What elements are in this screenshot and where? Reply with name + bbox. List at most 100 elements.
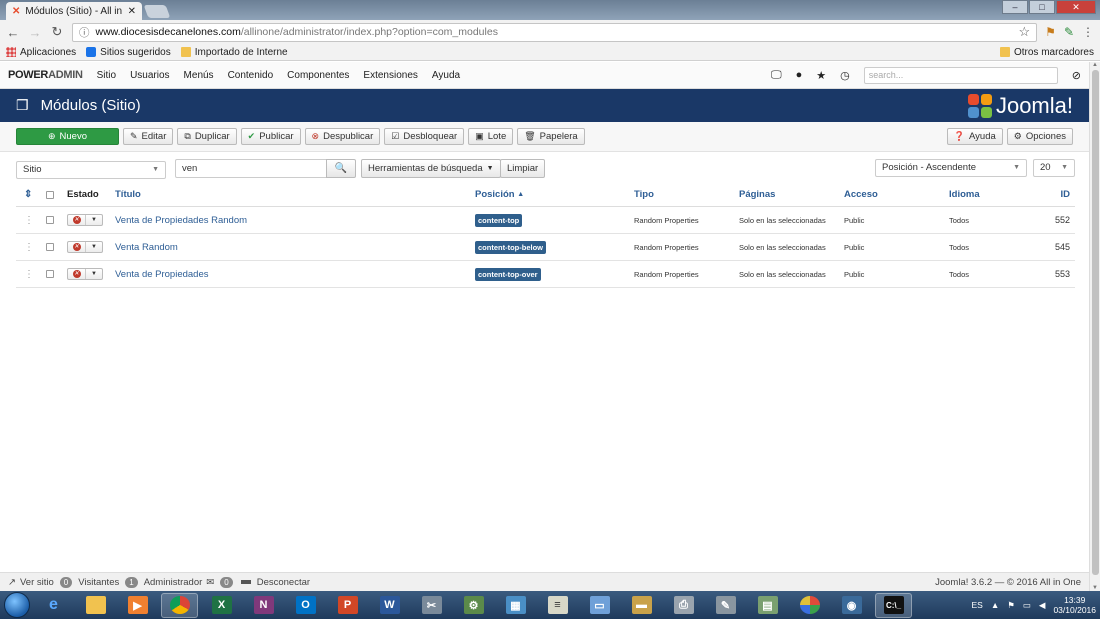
caret-down-icon[interactable]: ▼: [85, 215, 102, 225]
media-player-icon[interactable]: ▶: [119, 593, 156, 618]
drag-handle-icon[interactable]: ⋮: [24, 234, 34, 260]
scanner-icon[interactable]: ✎: [707, 593, 744, 618]
col-type[interactable]: Tipo: [634, 183, 654, 206]
tray-arrow-icon[interactable]: ▲: [991, 600, 999, 610]
menu-item-menus[interactable]: Menús: [184, 70, 214, 81]
module-title-link[interactable]: Venta de Propiedades Random: [115, 207, 247, 233]
checkin-button[interactable]: ☑ Desbloquear: [384, 128, 465, 145]
security-icon[interactable]: ◉: [833, 593, 870, 618]
col-access[interactable]: Acceso: [844, 183, 878, 206]
module-title-link[interactable]: Venta de Propiedades: [115, 261, 209, 287]
col-position[interactable]: Posición ▲: [475, 183, 524, 206]
archive-icon[interactable]: ▬: [623, 593, 660, 618]
joomla-small-icon[interactable]: ⊘: [1072, 69, 1081, 82]
module-title-link[interactable]: Venta Random: [115, 234, 178, 260]
menu-item-contenido[interactable]: Contenido: [228, 70, 274, 81]
sort-handle-icon[interactable]: ⇕: [24, 183, 32, 206]
status-toggle[interactable]: ✕ ▼: [67, 234, 103, 260]
col-title[interactable]: Título: [115, 183, 141, 206]
unpublish-button[interactable]: ⊗ Despublicar: [304, 128, 381, 145]
ie-icon[interactable]: e: [35, 593, 72, 618]
bookmark-other[interactable]: Otros marcadores: [999, 47, 1094, 58]
menu-item-ayuda[interactable]: Ayuda: [432, 70, 460, 81]
trash-button[interactable]: 🗑 Papelera: [517, 128, 585, 145]
menu-item-sitio[interactable]: Sitio: [97, 70, 116, 81]
excel-icon[interactable]: X: [203, 593, 240, 618]
browser-tab[interactable]: ✕ Módulos (Sitio) - All in O ✕: [6, 2, 142, 20]
info-icon[interactable]: ⓘ: [79, 25, 90, 40]
bookmark-apps[interactable]: Aplicaciones: [6, 47, 76, 58]
tab-close-icon[interactable]: ✕: [128, 6, 136, 17]
network-icon[interactable]: ▦: [497, 593, 534, 618]
clock[interactable]: 13:39 03/10/2016: [1053, 595, 1096, 615]
scroll-up-icon[interactable]: ▲: [1092, 62, 1098, 68]
col-pages[interactable]: Páginas: [739, 183, 775, 206]
admin-search-input[interactable]: search...: [863, 66, 1058, 84]
duplicate-button[interactable]: ⧉ Duplicar: [177, 128, 237, 145]
admin-brand[interactable]: POWERADMIN: [8, 69, 83, 81]
star-icon[interactable]: ★: [816, 69, 826, 82]
calculator-icon[interactable]: ▤: [749, 593, 786, 618]
unpublished-icon[interactable]: ✕: [68, 242, 85, 252]
start-button-icon[interactable]: [4, 592, 30, 618]
drag-handle-icon[interactable]: ⋮: [24, 261, 34, 287]
user-icon[interactable]: ●: [796, 69, 803, 81]
col-status[interactable]: Estado: [67, 183, 99, 206]
search-tools-button[interactable]: Herramientas de búsqueda ▼: [361, 159, 501, 178]
page-scrollbar[interactable]: ▲ ▼: [1089, 62, 1100, 591]
language-indicator[interactable]: ES: [971, 600, 982, 610]
clock-icon[interactable]: ◷: [840, 69, 850, 82]
status-toggle[interactable]: ✕ ▼: [67, 207, 103, 233]
tools-icon[interactable]: ✂: [413, 593, 450, 618]
new-tab-button[interactable]: [143, 5, 171, 18]
select-all-checkbox[interactable]: [46, 183, 54, 206]
chrome-icon[interactable]: [161, 592, 198, 618]
explorer-icon[interactable]: [77, 593, 114, 618]
new-button[interactable]: ⊕ Nuevo: [16, 128, 119, 145]
row-checkbox[interactable]: [46, 234, 54, 260]
flag-icon[interactable]: ⚑: [1007, 600, 1015, 611]
row-checkbox[interactable]: [46, 261, 54, 287]
search-input[interactable]: ven: [175, 159, 327, 178]
menu-item-usuarios[interactable]: Usuarios: [130, 70, 169, 81]
caret-down-icon[interactable]: ▼: [85, 242, 102, 252]
url-input[interactable]: ⓘ www.diocesisdecanelones.com/allinone/a…: [72, 22, 1038, 42]
unpublished-icon[interactable]: ✕: [68, 269, 85, 279]
menu-item-componentes[interactable]: Componentes: [287, 70, 349, 81]
browser-menu-icon[interactable]: ⋮: [1082, 25, 1094, 39]
bookmark-star-icon[interactable]: ☆: [1019, 24, 1031, 40]
bookmark-suggested-sites[interactable]: Sitios sugeridos: [86, 47, 171, 58]
edit-button[interactable]: ✎ Editar: [123, 128, 174, 145]
col-language[interactable]: Idioma: [949, 183, 980, 206]
unpublished-icon[interactable]: ✕: [68, 215, 85, 225]
status-toggle[interactable]: ✕ ▼: [67, 261, 103, 287]
batch-button[interactable]: ▣ Lote: [468, 128, 514, 145]
extension-icon[interactable]: ⚑: [1045, 25, 1056, 39]
limit-select[interactable]: 20 ▼: [1033, 159, 1075, 177]
close-window-icon[interactable]: ✕: [1056, 0, 1096, 14]
reload-icon[interactable]: ↻: [50, 24, 64, 40]
help-button[interactable]: ❓ Ayuda: [946, 128, 1003, 145]
client-select[interactable]: Sitio ▼: [16, 161, 166, 179]
scroll-thumb[interactable]: [1092, 70, 1099, 575]
minimize-icon[interactable]: –: [1002, 0, 1028, 14]
extension-pen-icon[interactable]: ✎: [1064, 25, 1074, 39]
remote-desktop-icon[interactable]: ▭: [581, 593, 618, 618]
terminal-icon[interactable]: C:\_: [875, 592, 912, 618]
menu-item-extensiones[interactable]: Extensiones: [363, 70, 417, 81]
word-icon[interactable]: W: [371, 593, 408, 618]
volume-icon[interactable]: ◀: [1039, 600, 1046, 611]
view-site-link[interactable]: Ver sitio: [20, 577, 54, 588]
powerpoint-icon[interactable]: P: [329, 593, 366, 618]
row-checkbox[interactable]: [46, 207, 54, 233]
outlook-icon[interactable]: O: [287, 593, 324, 618]
installer-icon[interactable]: ⚙: [455, 593, 492, 618]
printer-icon[interactable]: ⎙: [665, 593, 702, 618]
logout-link[interactable]: Desconectar: [257, 577, 310, 588]
bookmark-imported[interactable]: Importado de Interne: [180, 47, 288, 58]
options-button[interactable]: ⚙ Opciones: [1006, 128, 1073, 145]
col-id[interactable]: ID: [1061, 183, 1071, 206]
clear-button[interactable]: Limpiar: [500, 159, 546, 178]
onenote-icon[interactable]: N: [245, 593, 282, 618]
monitor-icon[interactable]: 🖵: [771, 69, 782, 82]
